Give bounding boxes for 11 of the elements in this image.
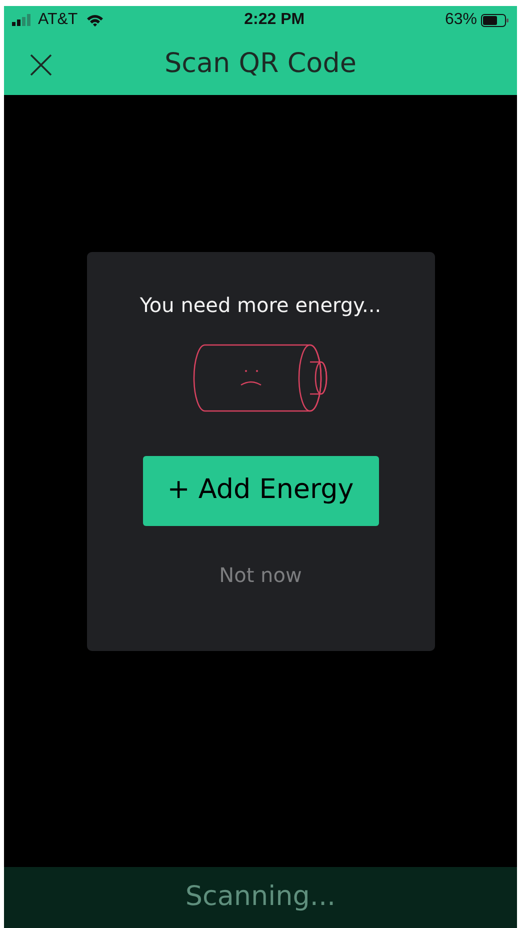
- battery-icon: [481, 14, 509, 26]
- sad-battery-icon: [192, 344, 328, 412]
- scanning-status: Scanning...: [185, 880, 336, 914]
- dialog-message: You need more energy...: [140, 292, 382, 318]
- battery-percent: 63%: [444, 10, 477, 30]
- carrier-name: AT&T: [38, 10, 78, 30]
- clock-time: 2:22 PM: [244, 11, 305, 28]
- add-energy-button[interactable]: + Add Energy: [142, 456, 378, 526]
- not-now-button[interactable]: Not now: [215, 556, 306, 594]
- screen-title: Scan QR Code: [164, 47, 356, 82]
- wifi-icon: [86, 14, 104, 26]
